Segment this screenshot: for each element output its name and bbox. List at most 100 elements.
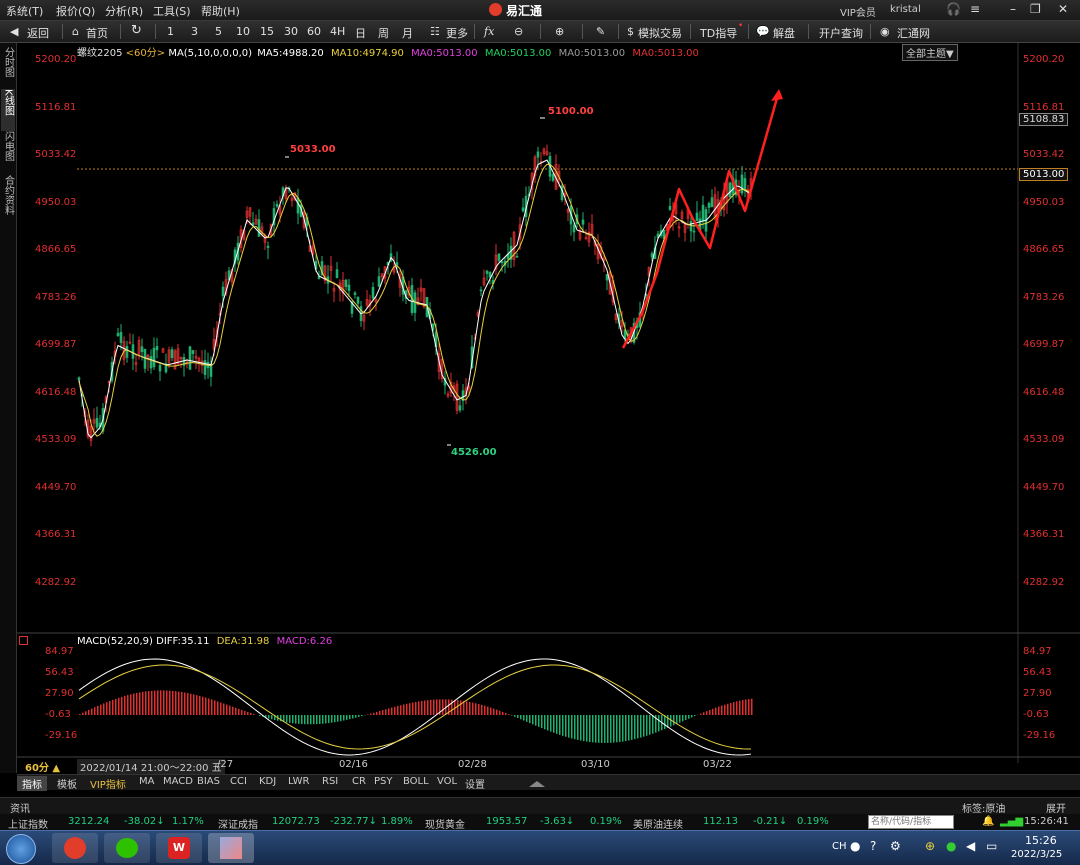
zoom-in-icon[interactable]: ⊕ (555, 25, 564, 38)
market-review-button[interactable]: 解盘 (773, 25, 795, 41)
wps-icon[interactable]: W (156, 833, 202, 863)
ind-tab-boll[interactable]: BOLL (403, 776, 429, 787)
ind-tab-macd[interactable]: MACD (163, 776, 193, 787)
wechat-icon[interactable] (104, 833, 150, 863)
sim-trade-button[interactable]: 模拟交易 (638, 25, 682, 41)
help-tray-icon[interactable]: ? (870, 839, 876, 853)
period-1[interactable]: 1 (167, 25, 174, 38)
period-60[interactable]: 60 (307, 25, 321, 38)
period-10[interactable]: 10 (236, 25, 250, 38)
ticker-name[interactable]: 深证成指 (218, 816, 258, 831)
news-label[interactable]: 资讯 (10, 800, 30, 815)
ind-tab-cci[interactable]: CCI (230, 776, 247, 787)
start-button[interactable] (6, 834, 36, 864)
draw-pen-icon[interactable]: ✎ (596, 25, 605, 38)
huitong-icon[interactable]: ◉ (880, 25, 890, 38)
period-3[interactable]: 3 (191, 25, 198, 38)
ind-tab-rsi[interactable]: RSI (322, 776, 338, 787)
ind-tab-settings[interactable]: 设置 (465, 776, 485, 791)
ind-tab-ma[interactable]: MA (139, 776, 154, 787)
tab-flash[interactable]: 闪电图 (1, 131, 15, 173)
td-guide-button[interactable]: TD指导 (700, 25, 737, 41)
ind-tab-vol[interactable]: VOL (437, 776, 457, 787)
app-yihuitong-icon[interactable] (52, 833, 98, 863)
volume-icon[interactable]: ◀ (966, 839, 975, 853)
back-icon[interactable]: ◀ (10, 25, 18, 38)
home-button[interactable]: 首页 (86, 25, 108, 41)
period-5[interactable]: 5 (215, 25, 222, 38)
search-input[interactable] (868, 815, 954, 829)
huitong-net-button[interactable]: 汇通网 (897, 25, 930, 41)
open-account-button[interactable]: 开户查询 (819, 25, 863, 41)
ticker-name[interactable]: 现货黄金 (425, 816, 465, 831)
ind-tab-vip[interactable]: VIP指标 (90, 776, 126, 791)
restore-icon[interactable]: ❐ (1030, 2, 1041, 16)
price-tick-label: 4699.87 (35, 339, 76, 350)
period-4h[interactable]: 4H (330, 25, 345, 38)
period-30[interactable]: 30 (284, 25, 298, 38)
candle-body (336, 270, 338, 278)
macd-bar (694, 715, 696, 716)
ind-tab-indicator[interactable]: 指标 (17, 776, 47, 791)
macd-bar (166, 690, 168, 715)
tab-kline[interactable]: K线图 (1, 89, 15, 131)
more-button[interactable]: 更多 (446, 25, 468, 41)
tab-timeshare[interactable]: 分时图 (1, 47, 15, 87)
period-month[interactable]: 月 (402, 25, 413, 41)
chat-icon[interactable]: 💬 (756, 25, 770, 38)
menu-analysis[interactable]: 分析(R) (105, 3, 143, 19)
macd-bar (544, 715, 546, 729)
formula-icon[interactable]: fx (484, 25, 494, 38)
language-indicator[interactable]: CH (832, 841, 847, 852)
paint-icon[interactable] (208, 833, 254, 863)
dollar-icon[interactable]: $ (627, 25, 634, 38)
bell-icon[interactable]: 🔔 (982, 816, 994, 827)
refresh-icon[interactable]: ↻ (131, 23, 142, 38)
ind-tab-kdj[interactable]: KDJ (259, 776, 276, 787)
back-button[interactable]: 返回 (27, 25, 49, 41)
home-icon[interactable]: ⌂ (72, 25, 79, 38)
ind-tab-cr[interactable]: CR (352, 776, 366, 787)
ticker-name[interactable]: 上证指数 (8, 816, 48, 831)
theme-button[interactable]: 全部主题▼ (902, 44, 958, 61)
network-icon[interactable]: ▭ (986, 839, 997, 853)
menu-tools[interactable]: 工具(S) (153, 3, 191, 19)
minimize-icon[interactable]: – (1010, 2, 1016, 16)
kline-chart[interactable] (17, 43, 1080, 763)
vip-member[interactable]: VIP会员 (840, 4, 876, 19)
period-15[interactable]: 15 (260, 25, 274, 38)
settings-tray-icon[interactable]: ⚙ (890, 839, 901, 853)
macd-value: MACD:6.26 (277, 636, 333, 647)
period-week[interactable]: 周 (378, 25, 389, 41)
more-icon[interactable]: ☷ (430, 25, 440, 38)
period-day[interactable]: 日 (355, 25, 366, 41)
ma-param[interactable]: MA(5,10,0,0,0,0) (168, 48, 252, 59)
tab-contract-info[interactable]: 合约资料 (1, 175, 15, 227)
high-label-1: 5033.00 (290, 144, 336, 155)
headset-icon[interactable]: 🎧 (946, 2, 961, 16)
tray-icon[interactable]: ● (850, 839, 860, 853)
candle-body (708, 203, 710, 207)
zoom-out-icon[interactable]: ⊖ (514, 25, 523, 38)
add-tray-icon[interactable]: ⊕ (925, 839, 935, 853)
menu-icon[interactable]: ≡ (970, 2, 980, 16)
menu-quote[interactable]: 报价(Q) (56, 3, 95, 19)
security-tray-icon[interactable]: ● (946, 839, 956, 853)
macd-name[interactable]: MACD(52,20,9) (77, 636, 153, 647)
ind-tab-lwr[interactable]: LWR (288, 776, 310, 787)
ind-tab-bias[interactable]: BIAS (197, 776, 220, 787)
period-switch-button[interactable]: 60分 ▲ (25, 759, 60, 774)
menu-system[interactable]: 系统(T) (6, 3, 43, 19)
menu-help[interactable]: 帮助(H) (201, 3, 240, 19)
price-tick-label: 5116.81 (1023, 102, 1064, 113)
macd-close-icon[interactable] (19, 636, 28, 645)
ind-tab-template[interactable]: 模板 (57, 776, 77, 791)
chart-area[interactable]: 螺纹2205 <60分> MA(5,10,0,0,0,0) MA5:4988.2… (17, 43, 1080, 763)
ticker-name[interactable]: 美原油连续 (633, 816, 683, 831)
close-icon[interactable]: ✕ (1058, 2, 1068, 16)
macd-bar (679, 715, 681, 723)
expand-button[interactable]: 展开 (1046, 800, 1066, 815)
ind-tab-psy[interactable]: PSY (374, 776, 393, 787)
collapse-up-icon[interactable] (529, 781, 545, 787)
macd-bar (175, 691, 177, 715)
